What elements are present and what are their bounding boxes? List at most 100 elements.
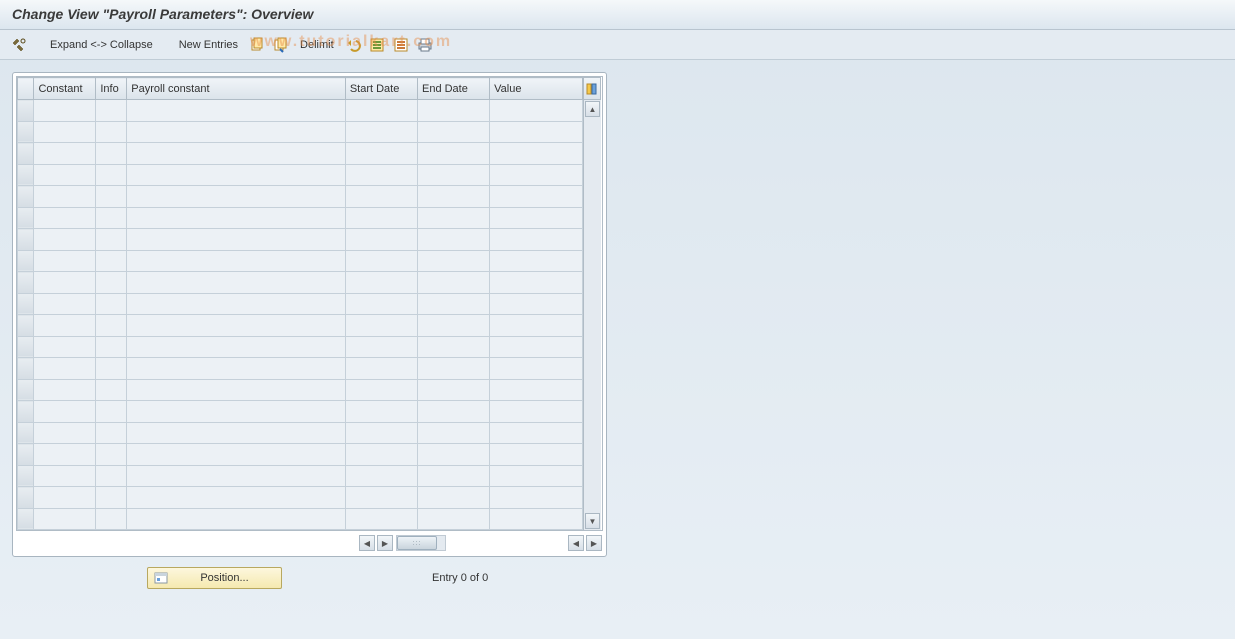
cell[interactable]: [417, 444, 489, 466]
table-row[interactable]: [18, 379, 583, 401]
cell[interactable]: [96, 143, 127, 165]
cell[interactable]: [345, 143, 417, 165]
cell[interactable]: [34, 143, 96, 165]
cell[interactable]: [34, 207, 96, 229]
cell[interactable]: [96, 336, 127, 358]
cell[interactable]: [490, 487, 583, 509]
cell[interactable]: [34, 121, 96, 143]
table-config-icon[interactable]: [583, 77, 601, 100]
cell[interactable]: [96, 465, 127, 487]
cell[interactable]: [417, 358, 489, 380]
cell[interactable]: [417, 121, 489, 143]
row-selector[interactable]: [18, 465, 34, 487]
cell[interactable]: [96, 487, 127, 509]
cell[interactable]: [417, 379, 489, 401]
row-selector[interactable]: [18, 250, 34, 272]
cell[interactable]: [417, 250, 489, 272]
cell[interactable]: [96, 293, 127, 315]
cell[interactable]: [345, 465, 417, 487]
col-header-start-date[interactable]: Start Date: [345, 78, 417, 100]
cell[interactable]: [96, 100, 127, 122]
cell[interactable]: [34, 250, 96, 272]
cell[interactable]: [345, 422, 417, 444]
cell[interactable]: [345, 229, 417, 251]
cell[interactable]: [96, 508, 127, 530]
cell[interactable]: [34, 336, 96, 358]
cell[interactable]: [345, 250, 417, 272]
cell[interactable]: [345, 164, 417, 186]
row-selector[interactable]: [18, 315, 34, 337]
cell[interactable]: [345, 444, 417, 466]
cell[interactable]: [127, 465, 346, 487]
cell[interactable]: [96, 250, 127, 272]
row-selector[interactable]: [18, 336, 34, 358]
row-selector[interactable]: [18, 143, 34, 165]
undo-icon[interactable]: [344, 36, 362, 54]
cell[interactable]: [127, 401, 346, 423]
cell[interactable]: [490, 444, 583, 466]
col-header-info[interactable]: Info: [96, 78, 127, 100]
cell[interactable]: [127, 207, 346, 229]
col-header-constant[interactable]: Constant: [34, 78, 96, 100]
col-header-value[interactable]: Value: [490, 78, 583, 100]
cell[interactable]: [34, 401, 96, 423]
row-selector[interactable]: [18, 358, 34, 380]
table-row[interactable]: [18, 401, 583, 423]
cell[interactable]: [417, 315, 489, 337]
scroll-right-step-icon[interactable]: ▶: [377, 535, 393, 551]
cell[interactable]: [490, 401, 583, 423]
vertical-scrollbar[interactable]: ▲ ▼: [583, 100, 601, 530]
cell[interactable]: [345, 401, 417, 423]
cell[interactable]: [34, 444, 96, 466]
delimit-button[interactable]: Delimit: [296, 38, 338, 52]
cell[interactable]: [127, 336, 346, 358]
cell[interactable]: [417, 272, 489, 294]
cell[interactable]: [127, 508, 346, 530]
cell[interactable]: [417, 186, 489, 208]
cell[interactable]: [417, 229, 489, 251]
table-row[interactable]: [18, 207, 583, 229]
table-row[interactable]: [18, 336, 583, 358]
tools-icon[interactable]: [10, 36, 28, 54]
cell[interactable]: [96, 207, 127, 229]
cell[interactable]: [345, 272, 417, 294]
cell[interactable]: [345, 508, 417, 530]
table-row[interactable]: [18, 422, 583, 444]
cell[interactable]: [34, 358, 96, 380]
scroll-left-end-icon[interactable]: ◀: [568, 535, 584, 551]
row-selector[interactable]: [18, 487, 34, 509]
cell[interactable]: [96, 315, 127, 337]
row-selector[interactable]: [18, 422, 34, 444]
cell[interactable]: [490, 250, 583, 272]
row-selector[interactable]: [18, 379, 34, 401]
cell[interactable]: [417, 508, 489, 530]
horizontal-scrollbar[interactable]: ◀ ▶ ::: ◀ ▶: [16, 533, 603, 553]
cell[interactable]: [490, 229, 583, 251]
row-selector-header[interactable]: [18, 78, 34, 100]
cell[interactable]: [96, 444, 127, 466]
cell[interactable]: [127, 250, 346, 272]
copy-as-icon[interactable]: [272, 36, 290, 54]
table-row[interactable]: [18, 250, 583, 272]
cell[interactable]: [417, 164, 489, 186]
new-entries-button[interactable]: New Entries: [175, 38, 242, 52]
table-row[interactable]: [18, 186, 583, 208]
position-button[interactable]: Position...: [147, 567, 282, 589]
cell[interactable]: [127, 293, 346, 315]
cell[interactable]: [345, 358, 417, 380]
row-selector[interactable]: [18, 164, 34, 186]
scroll-down-icon[interactable]: ▼: [585, 513, 600, 529]
table-row[interactable]: [18, 229, 583, 251]
col-header-payroll-constant[interactable]: Payroll constant: [127, 78, 346, 100]
cell[interactable]: [34, 293, 96, 315]
cell[interactable]: [417, 207, 489, 229]
table-row[interactable]: [18, 272, 583, 294]
cell[interactable]: [127, 422, 346, 444]
cell[interactable]: [417, 100, 489, 122]
table-row[interactable]: [18, 444, 583, 466]
scroll-track[interactable]: :::: [396, 535, 446, 551]
cell[interactable]: [96, 422, 127, 444]
cell[interactable]: [96, 379, 127, 401]
cell[interactable]: [490, 100, 583, 122]
table-row[interactable]: [18, 143, 583, 165]
